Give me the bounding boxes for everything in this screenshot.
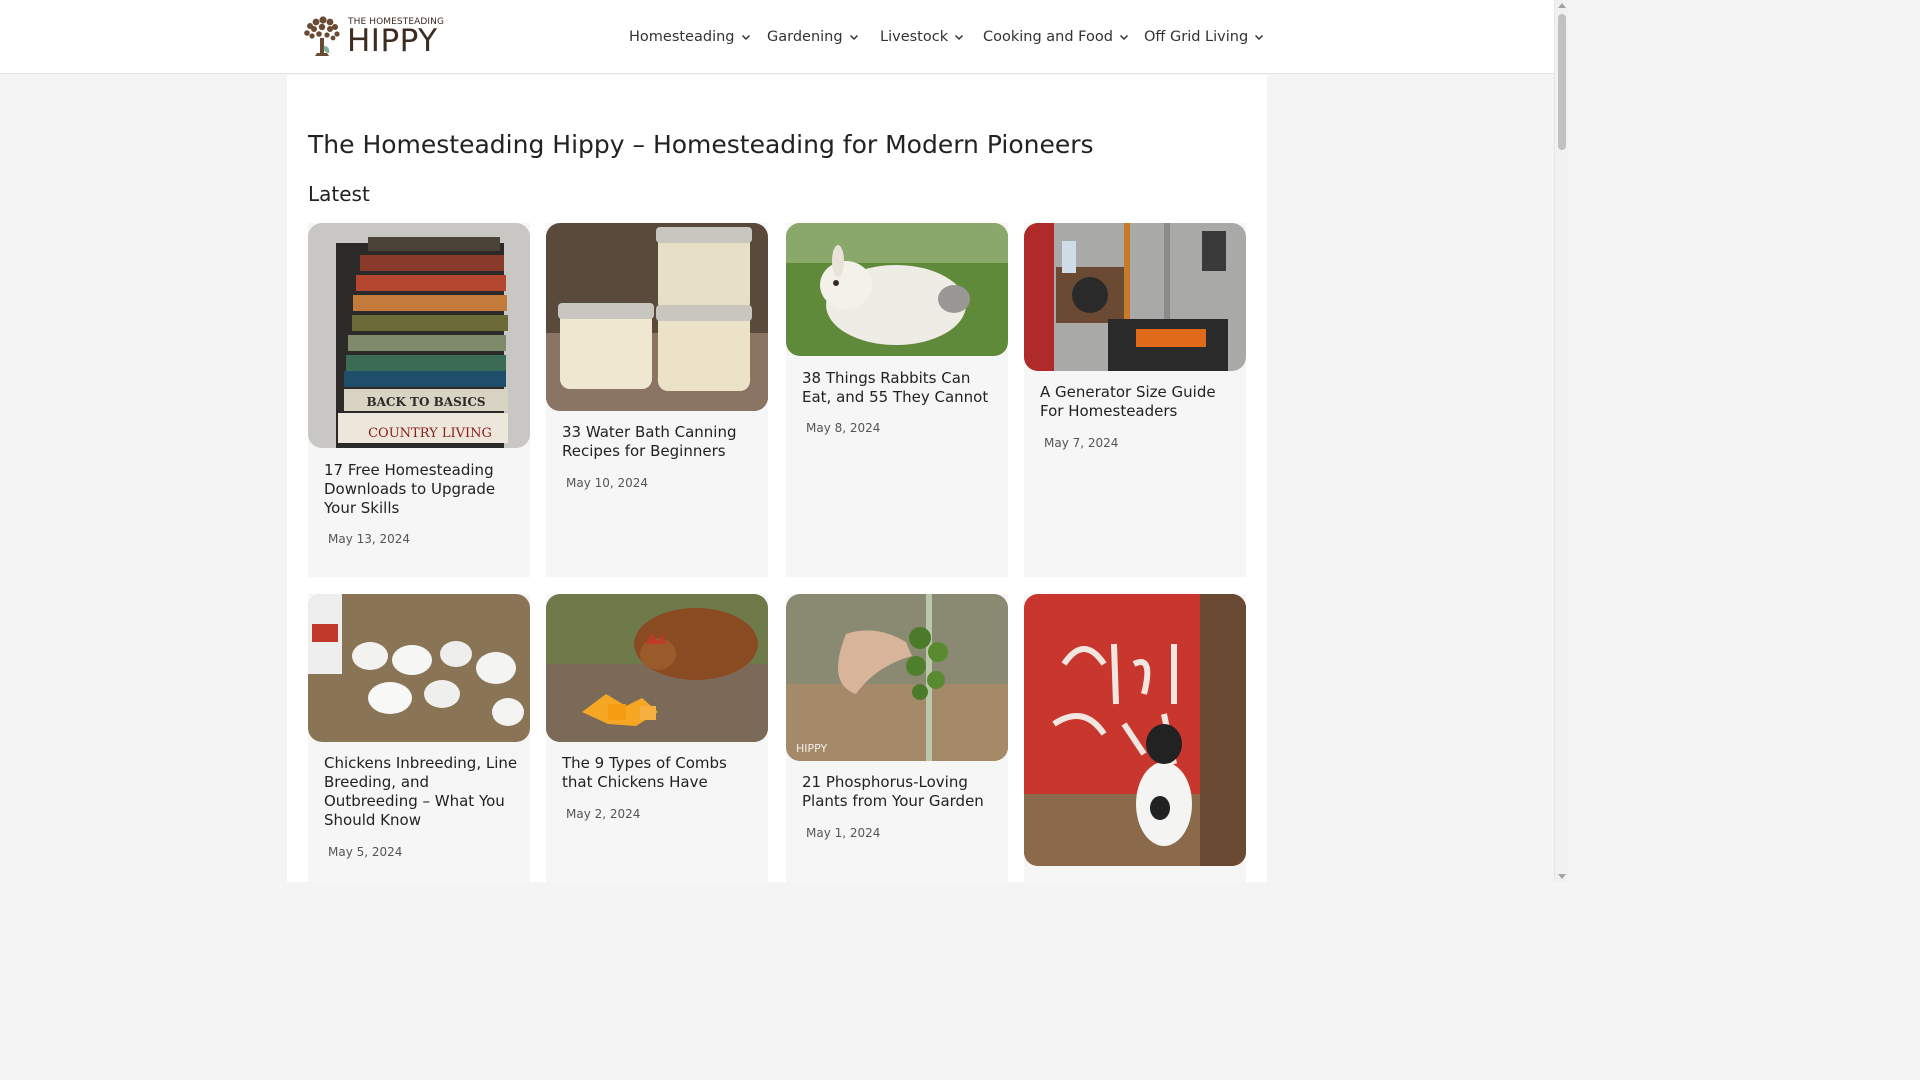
chevron-down-icon (955, 34, 964, 41)
chevron-down-icon (1255, 34, 1264, 41)
scrollbar-thumb[interactable] (1558, 14, 1566, 150)
post-thumbnail-generator[interactable] (1024, 223, 1246, 371)
post-date: May 2, 2024 (566, 807, 641, 821)
post-date: May 10, 2024 (566, 476, 649, 490)
post-thumbnail-chicks[interactable] (308, 594, 530, 742)
post-thumbnail-goat-shack[interactable] (1024, 594, 1246, 866)
post-card[interactable]: Chickens Inbreeding, Line Breeding, and … (308, 594, 530, 882)
section-title-latest: Latest (308, 182, 370, 206)
nav-label: Cooking and Food (983, 29, 1113, 45)
nav-label: Livestock (880, 29, 949, 45)
site-logo[interactable]: THE HOMESTEADING HIPPY (302, 16, 444, 59)
scroll-up-icon[interactable] (1558, 3, 1566, 8)
post-card[interactable] (1024, 594, 1246, 882)
post-date: May 5, 2024 (328, 845, 403, 859)
post-date: May 1, 2024 (806, 826, 881, 840)
post-title[interactable]: A Generator Size Guide For Homesteaders (1040, 383, 1236, 421)
nav-gardening[interactable]: Gardening (767, 26, 859, 48)
post-card[interactable]: A Generator Size Guide For Homesteaders … (1024, 223, 1246, 577)
nav-off-grid-living[interactable]: Off Grid Living (1144, 26, 1264, 48)
nav-label: Gardening (767, 29, 843, 45)
post-date: May 8, 2024 (806, 421, 881, 435)
chevron-down-icon (741, 34, 750, 41)
chevron-down-icon (1119, 34, 1128, 41)
post-title[interactable]: 33 Water Bath Canning Recipes for Beginn… (562, 423, 758, 461)
logo-wordmark: HIPPY (347, 23, 438, 59)
svg-text:COUNTRY LIVING: COUNTRY LIVING (368, 426, 492, 441)
page-title: The Homesteading Hippy – Homesteading fo… (308, 130, 1094, 159)
post-title[interactable]: 38 Things Rabbits Can Eat, and 55 They C… (802, 369, 998, 407)
nav-label: Homesteading (629, 29, 735, 45)
post-title[interactable]: 17 Free Homesteading Downloads to Upgrad… (324, 461, 520, 518)
post-card[interactable]: BACK TO BASICS COUNTRY LIVING 17 Free Ho… (308, 223, 530, 577)
nav-livestock[interactable]: Livestock (880, 26, 964, 48)
post-thumbnail-books[interactable]: BACK TO BASICS COUNTRY LIVING (308, 223, 530, 448)
site-header: THE HOMESTEADING HIPPY Homesteading Gard… (0, 0, 1554, 74)
post-card[interactable]: The 9 Types of Combs that Chickens Have … (546, 594, 768, 882)
post-thumbnail-canning-jars[interactable] (546, 223, 768, 411)
svg-text:HIPPY: HIPPY (796, 742, 828, 755)
post-thumbnail-hen[interactable] (546, 594, 768, 742)
svg-text:BACK TO BASICS: BACK TO BASICS (366, 395, 485, 409)
post-title[interactable]: 21 Phosphorus-Loving Plants from Your Ga… (802, 773, 998, 811)
post-title[interactable]: Chickens Inbreeding, Line Breeding, and … (324, 754, 520, 830)
chevron-down-icon (849, 34, 858, 41)
post-card[interactable]: 38 Things Rabbits Can Eat, and 55 They C… (786, 223, 1008, 577)
nav-homesteading[interactable]: Homesteading (629, 26, 751, 48)
vertical-scrollbar[interactable] (1554, 0, 1568, 882)
nav-cooking-and-food[interactable]: Cooking and Food (983, 26, 1129, 48)
post-title[interactable]: The 9 Types of Combs that Chickens Have (562, 754, 758, 792)
tree-icon (304, 16, 340, 56)
post-card[interactable]: 33 Water Bath Canning Recipes for Beginn… (546, 223, 768, 577)
post-thumbnail-rabbit[interactable] (786, 223, 1008, 356)
post-card[interactable]: HIPPY 21 Phosphorus-Loving Plants from Y… (786, 594, 1008, 882)
post-date: May 13, 2024 (328, 532, 411, 546)
post-thumbnail-brussels-sprouts[interactable]: HIPPY (786, 594, 1008, 761)
nav-label: Off Grid Living (1144, 29, 1249, 45)
post-date: May 7, 2024 (1044, 436, 1119, 450)
scroll-down-icon[interactable] (1558, 874, 1566, 879)
